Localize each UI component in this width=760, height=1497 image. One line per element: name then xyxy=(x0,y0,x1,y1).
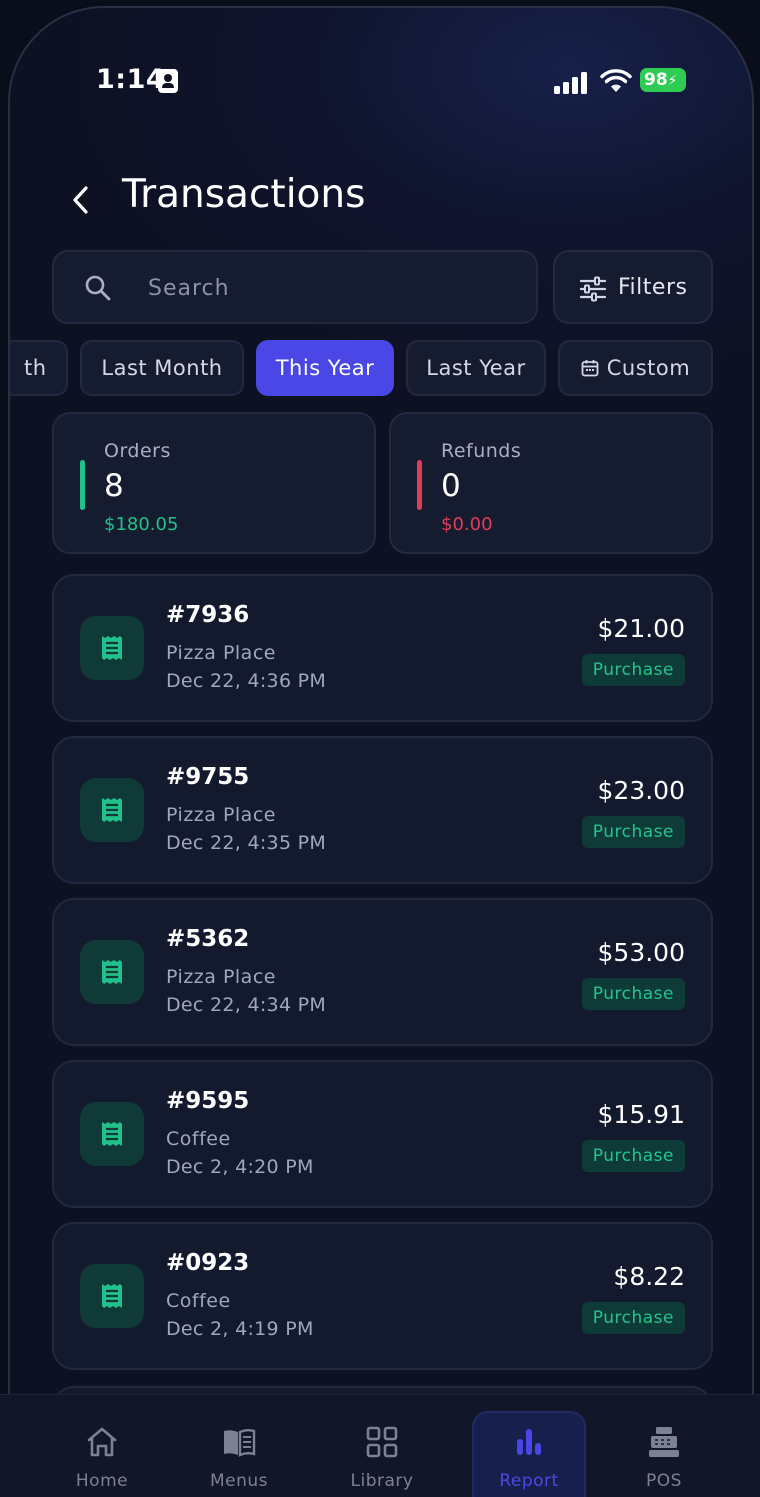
chip-last-year[interactable]: Last Year xyxy=(406,340,546,396)
transaction-amount: $23.00 xyxy=(597,776,685,805)
transaction-date: Dec 22, 4:36 PM xyxy=(166,670,327,692)
status-time: 1:14 xyxy=(96,64,166,95)
transaction-amount: $21.00 xyxy=(597,614,685,643)
receipt-icon xyxy=(80,1264,144,1328)
transaction-id: #0923 xyxy=(166,1250,250,1276)
page-title: Transactions xyxy=(122,172,366,217)
bar-chart-icon xyxy=(517,1429,541,1455)
orders-stat-card: Orders 8 $180.05 xyxy=(52,412,376,554)
sliders-icon xyxy=(579,276,607,302)
bottom-tab-bar: Home Menus Library Report POS xyxy=(0,1394,760,1497)
orders-label: Orders xyxy=(104,440,171,462)
tab-report[interactable]: Report xyxy=(469,1395,589,1497)
tab-home[interactable]: Home xyxy=(42,1395,162,1497)
phone-screen: 1:14 98⚡ Transactions Search Filters th … xyxy=(8,6,754,1497)
cash-register-icon xyxy=(649,1427,679,1457)
transaction-date: Dec 2, 4:20 PM xyxy=(166,1156,314,1178)
chip-label: th xyxy=(24,356,47,380)
calendar-icon xyxy=(581,360,599,377)
tab-label: Home xyxy=(75,1471,129,1491)
chip-label: Custom xyxy=(606,356,691,380)
transaction-row[interactable]: #7936 Pizza Place Dec 22, 4:36 PM $21.00… xyxy=(52,574,713,722)
transaction-id: #7936 xyxy=(166,602,250,628)
contact-card-icon xyxy=(158,69,178,93)
filters-button[interactable]: Filters xyxy=(553,250,713,324)
refunds-count: 0 xyxy=(441,468,461,504)
transaction-date: Dec 22, 4:34 PM xyxy=(166,994,327,1016)
search-placeholder: Search xyxy=(148,276,230,301)
home-icon xyxy=(87,1427,117,1457)
search-input[interactable]: Search xyxy=(52,250,538,324)
orders-amount: $180.05 xyxy=(104,514,179,535)
chip-label: Last Year xyxy=(426,356,526,380)
tab-pos[interactable]: POS xyxy=(604,1395,724,1497)
refunds-label: Refunds xyxy=(441,440,522,462)
tab-label: Library xyxy=(350,1471,414,1491)
transaction-row[interactable]: #9595 Coffee Dec 2, 4:20 PM $15.91 Purch… xyxy=(52,1060,713,1208)
charging-bolt-icon: ⚡ xyxy=(667,73,678,89)
transaction-id: #5362 xyxy=(166,926,250,952)
transaction-type-badge: Purchase xyxy=(581,1302,685,1334)
book-icon xyxy=(224,1429,256,1457)
wifi-icon xyxy=(600,69,632,92)
back-chevron-icon[interactable] xyxy=(66,178,96,222)
transaction-amount: $8.22 xyxy=(613,1262,685,1291)
refunds-stat-card: Refunds 0 $0.00 xyxy=(389,412,713,554)
tab-library[interactable]: Library xyxy=(322,1395,442,1497)
tab-label: Report xyxy=(499,1471,559,1491)
receipt-icon xyxy=(80,616,144,680)
transaction-merchant: Coffee xyxy=(166,1128,231,1150)
transaction-row[interactable]: #9755 Pizza Place Dec 22, 4:35 PM $23.00… xyxy=(52,736,713,884)
tab-menus[interactable]: Menus xyxy=(179,1395,299,1497)
transaction-type-badge: Purchase xyxy=(581,978,685,1010)
transaction-merchant: Pizza Place xyxy=(166,642,276,664)
orders-count: 8 xyxy=(104,468,124,504)
tab-label: POS xyxy=(646,1471,682,1491)
transaction-type-badge: Purchase xyxy=(581,1140,685,1172)
transaction-amount: $53.00 xyxy=(597,938,685,967)
search-icon xyxy=(85,275,111,301)
chip-last-month[interactable]: Last Month xyxy=(80,340,244,396)
transaction-merchant: Pizza Place xyxy=(166,804,276,826)
cellular-signal-icon xyxy=(554,72,590,94)
chip-this-year[interactable]: This Year xyxy=(256,340,394,396)
orders-accent-bar xyxy=(80,460,85,510)
refunds-accent-bar xyxy=(417,460,422,510)
transaction-id: #9755 xyxy=(166,764,250,790)
chip-custom[interactable]: Custom xyxy=(558,340,713,396)
chip-label: Last Month xyxy=(101,356,223,380)
transaction-row[interactable]: #0923 Coffee Dec 2, 4:19 PM $8.22 Purcha… xyxy=(52,1222,713,1370)
transaction-amount: $15.91 xyxy=(597,1100,685,1129)
chip-this-month[interactable]: th xyxy=(10,340,68,396)
receipt-icon xyxy=(80,1102,144,1166)
transaction-date: Dec 22, 4:35 PM xyxy=(166,832,327,854)
refunds-amount: $0.00 xyxy=(441,514,493,535)
transaction-type-badge: Purchase xyxy=(581,654,685,686)
transaction-date: Dec 2, 4:19 PM xyxy=(166,1318,314,1340)
battery-indicator: 98⚡ xyxy=(640,68,686,92)
transaction-id: #9595 xyxy=(166,1088,250,1114)
transaction-merchant: Pizza Place xyxy=(166,966,276,988)
grid-icon xyxy=(366,1426,398,1458)
chip-label: This Year xyxy=(275,356,375,380)
transaction-row[interactable]: #5362 Pizza Place Dec 22, 4:34 PM $53.00… xyxy=(52,898,713,1046)
receipt-icon xyxy=(80,940,144,1004)
tab-label: Menus xyxy=(209,1471,269,1491)
battery-level: 98 xyxy=(644,70,668,90)
status-bar: 1:14 98⚡ xyxy=(10,8,752,158)
receipt-icon xyxy=(80,778,144,842)
transaction-type-badge: Purchase xyxy=(581,816,685,848)
filters-label: Filters xyxy=(618,275,688,300)
transaction-merchant: Coffee xyxy=(166,1290,231,1312)
